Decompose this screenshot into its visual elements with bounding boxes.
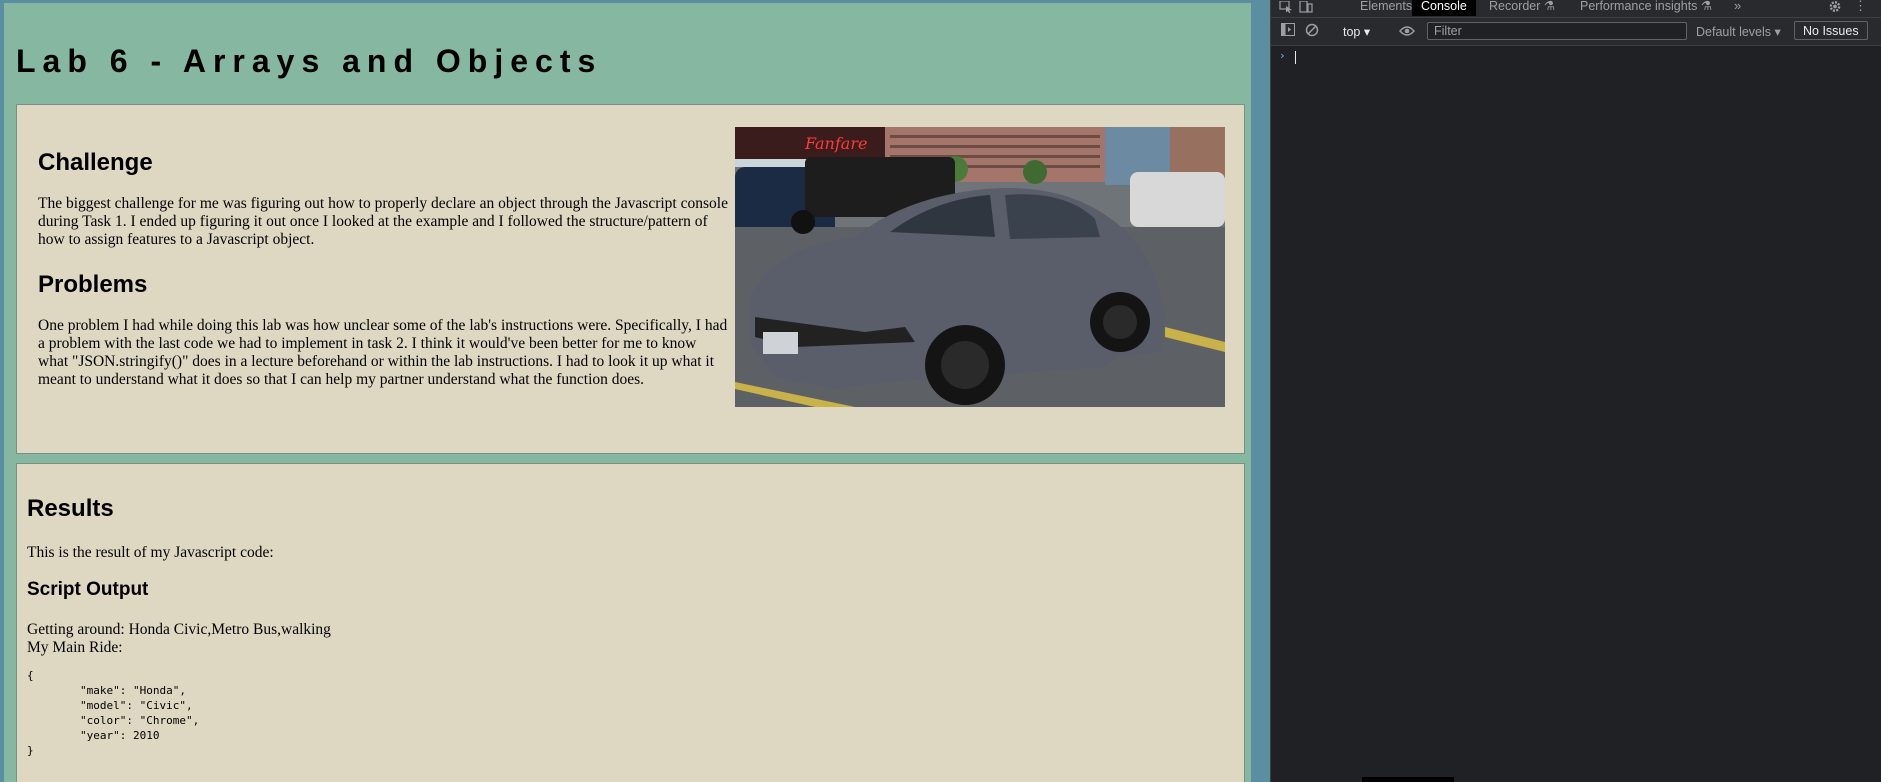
problems-paragraph: One problem I had while doing this lab w… [38,317,728,388]
main-ride-label: My Main Ride: [27,639,123,656]
console-input-caret[interactable] [1295,51,1296,64]
challenge-problems-section: Challenge The biggest challenge for me w… [16,104,1245,454]
page-body: Lab 6 - Arrays and Objects Challenge The… [4,3,1251,782]
console-output-area[interactable]: › [1271,46,1881,782]
getting-around-text: Getting around: Honda Civic,Metro Bus,wa… [27,621,331,638]
car-photo: Fanfare [735,127,1225,407]
console-sidebar-icon[interactable] [1281,23,1297,37]
console-filter-input[interactable] [1427,22,1687,40]
results-heading: Results [27,495,114,522]
challenge-heading: Challenge [38,149,153,176]
console-toolbar: top ▾ Default levels ▾ No Issues [1271,18,1881,46]
tab-performance-insights-label: Performance insights [1580,0,1698,13]
context-select[interactable]: top ▾ [1343,24,1370,39]
tab-recorder-label: Recorder [1489,0,1541,13]
gear-icon[interactable] [1828,0,1844,14]
svg-text:Fanfare: Fanfare [804,134,867,153]
experiment-flask-icon: ⚗ [1543,0,1556,13]
device-toolbar-icon[interactable] [1299,0,1315,14]
tab-performance-insights[interactable]: Performance insights ⚗ [1571,0,1721,16]
log-levels-select[interactable]: Default levels ▾ [1696,24,1781,39]
live-expression-icon[interactable] [1399,24,1415,38]
results-intro: This is the result of my Javascript code… [27,544,274,561]
more-tabs-button[interactable]: » [1734,0,1741,13]
challenge-paragraph: The biggest challenge for me was figurin… [38,195,728,248]
webpage-viewport: Lab 6 - Arrays and Objects Challenge The… [0,0,1270,782]
tab-console[interactable]: Console [1412,0,1476,16]
tab-recorder[interactable]: Recorder ⚗ [1480,0,1564,16]
devtools-panel: Elements Console Recorder ⚗ Performance … [1270,0,1881,782]
experiment-flask-icon: ⚗ [1700,0,1713,13]
devtools-tab-bar: Elements Console Recorder ⚗ Performance … [1271,0,1881,18]
json-output: { "make": "Honda", "model": "Civic", "co… [27,669,200,757]
results-section: Results This is the result of my Javascr… [16,463,1245,782]
script-output-heading: Script Output [27,579,149,600]
tab-elements[interactable]: Elements [1351,0,1421,16]
kebab-menu-icon[interactable]: ⋮ [1854,0,1870,14]
prompt-chevron-icon: › [1279,49,1286,62]
problems-heading: Problems [38,271,148,298]
clear-console-icon[interactable] [1305,23,1321,37]
horizontal-scrollbar[interactable] [1362,777,1454,782]
inspect-element-icon[interactable] [1279,0,1295,14]
issues-button[interactable]: No Issues [1794,21,1868,40]
page-title: Lab 6 - Arrays and Objects [16,43,603,79]
